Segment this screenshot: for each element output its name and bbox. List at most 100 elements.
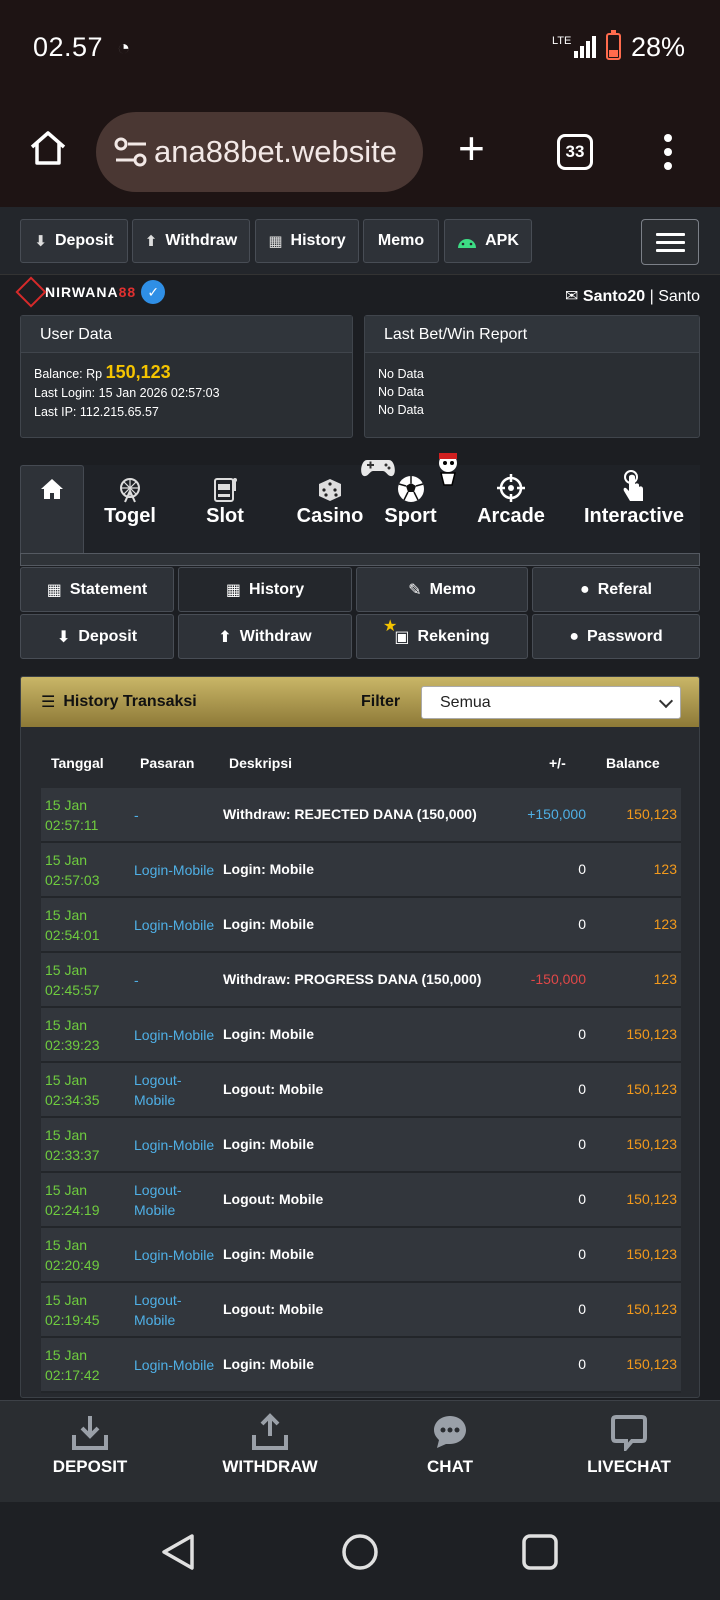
more-menu-icon[interactable] <box>664 134 672 170</box>
rekening-button[interactable]: ▣ Rekening <box>356 614 528 659</box>
home-circle-icon[interactable] <box>340 1532 380 1572</box>
apk-button[interactable]: APK <box>444 219 532 263</box>
row-balance: 150,123 <box>626 1246 677 1262</box>
home-icon[interactable] <box>28 128 68 168</box>
row-market[interactable]: Login-Mobile <box>134 1355 214 1375</box>
deposit-button[interactable]: ⬇ Deposit <box>20 219 128 263</box>
tab-switcher-button[interactable]: 33 <box>557 134 593 170</box>
star-icon: ★ <box>383 618 398 635</box>
row-description: Logout: Mobile <box>223 1301 324 1317</box>
game-category-bar: Togel Slot Casino Sport Arcade Interacti… <box>20 453 700 553</box>
site-settings-icon[interactable] <box>114 136 148 168</box>
row-market[interactable]: Logout- Mobile <box>134 1070 181 1110</box>
download-icon: ⬇ <box>34 233 47 250</box>
last-bet-report-panel: Last Bet/Win Report No Data No Data No D… <box>364 315 700 438</box>
clock: 02.57 <box>33 32 104 62</box>
row-market[interactable]: Login-Mobile <box>134 915 214 935</box>
signal-icon <box>574 36 596 58</box>
deposit-tab-button[interactable]: ⬇ Deposit <box>20 614 174 659</box>
user-icon: ● <box>580 580 590 598</box>
brand-logo[interactable]: NIRWANA88 ✓ <box>15 276 166 308</box>
referal-button[interactable]: ● Referal <box>532 567 700 612</box>
battery-percent: 28% <box>631 32 686 62</box>
row-market[interactable]: Login-Mobile <box>134 1135 214 1155</box>
android-icon <box>458 238 477 248</box>
touch-hand-icon <box>623 470 643 501</box>
tab-togel[interactable]: Togel <box>90 465 170 553</box>
memo-tab-button[interactable]: ✎ Memo <box>356 567 528 612</box>
row-market[interactable]: Login-Mobile <box>134 1245 214 1265</box>
row-market[interactable]: - <box>134 805 139 825</box>
row-date: 15 Jan 02:20:49 <box>45 1237 100 1273</box>
row-market[interactable]: Login-Mobile <box>134 1025 214 1045</box>
row-balance: 150,123 <box>626 1081 677 1097</box>
withdraw-button[interactable]: ⬆ Withdraw <box>132 219 250 263</box>
back-icon[interactable] <box>160 1532 196 1572</box>
row-description: Withdraw: REJECTED DANA (150,000) <box>223 806 477 822</box>
bottom-livechat-button[interactable]: LIVECHAT <box>549 1413 709 1477</box>
table-row: 15 Jan 02:33:37 Login-Mobile Login: Mobile 0… <box>41 1118 681 1173</box>
row-amount: 0 <box>578 1026 586 1042</box>
browser-chrome: 02.57 ◔ LTE 28% ana88bet.website + 33 <box>0 0 720 207</box>
tab-slot[interactable]: Slot <box>185 465 265 553</box>
row-balance: 123 <box>653 916 677 932</box>
row-balance: 123 <box>653 861 677 877</box>
filter-select[interactable]: Semua <box>421 686 681 719</box>
upload-tray-icon <box>252 1413 288 1450</box>
history-title: History Transaksi <box>63 693 197 710</box>
history-button[interactable]: ▦ History <box>255 219 359 263</box>
row-amount: +150,000 <box>527 806 586 822</box>
row-market[interactable]: Login-Mobile <box>134 860 214 880</box>
bottom-chat-button[interactable]: CHAT <box>370 1413 530 1477</box>
row-description: Login: Mobile <box>223 1356 314 1372</box>
download-tray-icon <box>72 1416 108 1450</box>
soccer-ball-icon <box>397 476 424 502</box>
table-row: 15 Jan 02:20:49 Login-Mobile Login: Mobile 0… <box>41 1228 681 1283</box>
row-date: 15 Jan 02:57:03 <box>45 852 100 888</box>
bottom-deposit-button[interactable]: DEPOSIT <box>10 1413 170 1477</box>
table-header: Tanggal Pasaran Deskripsi +/- Balance <box>51 755 660 771</box>
row-amount: 0 <box>578 916 586 932</box>
category-divider <box>20 553 700 566</box>
row-date: 15 Jan 02:24:19 <box>45 1182 100 1218</box>
row-description: Withdraw: PROGRESS DANA (150,000) <box>223 971 482 987</box>
row-market[interactable]: Logout- Mobile <box>134 1290 181 1330</box>
calendar-icon: ▦ <box>46 581 62 599</box>
statement-button[interactable]: ▦ Statement <box>20 567 174 612</box>
upload-icon: ⬆ <box>144 233 158 250</box>
row-description: Logout: Mobile <box>223 1191 324 1207</box>
row-market[interactable]: Logout- Mobile <box>134 1180 181 1220</box>
lte-label: LTE <box>552 35 572 47</box>
filter-label: Filter <box>361 693 401 710</box>
password-button[interactable]: ● Password <box>532 614 700 659</box>
row-description: Login: Mobile <box>223 916 314 932</box>
verified-badge-icon: ✓ <box>141 280 166 304</box>
bottom-withdraw-button[interactable]: WITHDRAW <box>190 1413 350 1477</box>
row-balance: 123 <box>653 971 677 987</box>
withdraw-tab-button[interactable]: ⬆ Withdraw <box>178 614 352 659</box>
calendar-icon: ▦ <box>225 581 241 599</box>
row-amount: 0 <box>578 1246 586 1262</box>
row-description: Login: Mobile <box>223 1026 314 1042</box>
hamburger-menu-icon[interactable] <box>641 219 699 265</box>
row-date: 15 Jan 02:19:45 <box>45 1292 100 1328</box>
calendar-icon: ▦ <box>268 233 283 250</box>
history-tab-button[interactable]: ▦ History <box>178 567 352 612</box>
logo-mark-icon <box>15 276 47 308</box>
tab-sport[interactable]: Sport <box>361 453 457 553</box>
tab-home[interactable] <box>20 465 84 553</box>
history-rows: 15 Jan 02:57:11 - Withdraw: REJECTED DANA (… <box>41 788 681 1393</box>
tab-arcade[interactable]: Arcade <box>466 465 556 553</box>
table-row: 15 Jan 02:54:01 Login-Mobile Login: Mobile 0… <box>41 898 681 953</box>
new-tab-icon[interactable]: + <box>458 125 485 171</box>
row-balance: 150,123 <box>626 1301 677 1317</box>
memo-button[interactable]: Memo <box>363 219 439 263</box>
tab-interactive[interactable]: Interactive <box>568 465 700 553</box>
address-bar[interactable]: ana88bet.website <box>96 112 423 192</box>
recents-icon[interactable] <box>520 1532 560 1572</box>
row-market[interactable]: - <box>134 970 139 990</box>
table-row: 15 Jan 02:19:45 Logout- Mobile Logout: Mobil… <box>41 1283 681 1338</box>
user-info[interactable]: ✉ Santo20 | Santo <box>565 286 700 306</box>
ferris-wheel-icon <box>120 478 140 503</box>
row-amount: 0 <box>578 1136 586 1152</box>
